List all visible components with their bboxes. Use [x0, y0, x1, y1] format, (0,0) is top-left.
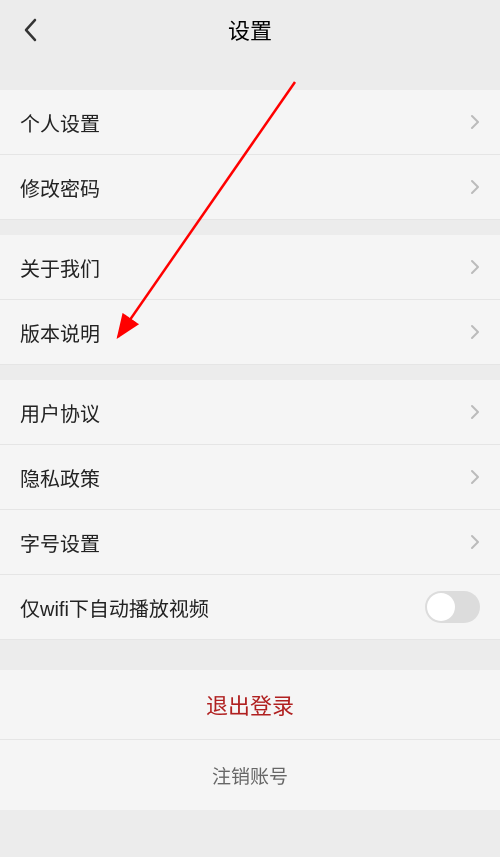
page-title: 设置 — [228, 14, 272, 46]
wifi-autoplay-toggle[interactable] — [425, 591, 480, 623]
section-gap — [0, 640, 500, 670]
row-change-password[interactable]: 修改密码 — [0, 155, 500, 220]
row-label: 个人设置 — [20, 108, 100, 137]
chevron-right-icon — [470, 179, 480, 195]
row-label: 仅wifi下自动播放视频 — [20, 593, 209, 622]
section-gap — [0, 365, 500, 380]
logout-button[interactable]: 退出登录 — [0, 670, 500, 740]
section-gap — [0, 60, 500, 90]
delete-account-label: 注销账号 — [212, 762, 288, 789]
row-privacy-policy[interactable]: 隐私政策 — [0, 445, 500, 510]
row-label: 隐私政策 — [20, 463, 100, 492]
chevron-right-icon — [470, 324, 480, 340]
row-wifi-autoplay[interactable]: 仅wifi下自动播放视频 — [0, 575, 500, 640]
chevron-right-icon — [470, 259, 480, 275]
row-about-us[interactable]: 关于我们 — [0, 235, 500, 300]
row-font-size[interactable]: 字号设置 — [0, 510, 500, 575]
chevron-right-icon — [470, 114, 480, 130]
delete-account-button[interactable]: 注销账号 — [0, 740, 500, 810]
chevron-right-icon — [470, 534, 480, 550]
row-label: 用户协议 — [20, 398, 100, 427]
row-label: 关于我们 — [20, 253, 100, 282]
row-label: 字号设置 — [20, 528, 100, 557]
row-label: 修改密码 — [20, 173, 100, 202]
row-label: 版本说明 — [20, 318, 100, 347]
back-button[interactable] — [15, 15, 45, 45]
logout-label: 退出登录 — [206, 689, 294, 721]
row-personal-settings[interactable]: 个人设置 — [0, 90, 500, 155]
row-version-info[interactable]: 版本说明 — [0, 300, 500, 365]
toggle-knob — [427, 593, 455, 621]
chevron-right-icon — [470, 404, 480, 420]
chevron-left-icon — [23, 18, 37, 42]
section-gap — [0, 220, 500, 235]
chevron-right-icon — [470, 469, 480, 485]
row-user-agreement[interactable]: 用户协议 — [0, 380, 500, 445]
header: 设置 — [0, 0, 500, 60]
